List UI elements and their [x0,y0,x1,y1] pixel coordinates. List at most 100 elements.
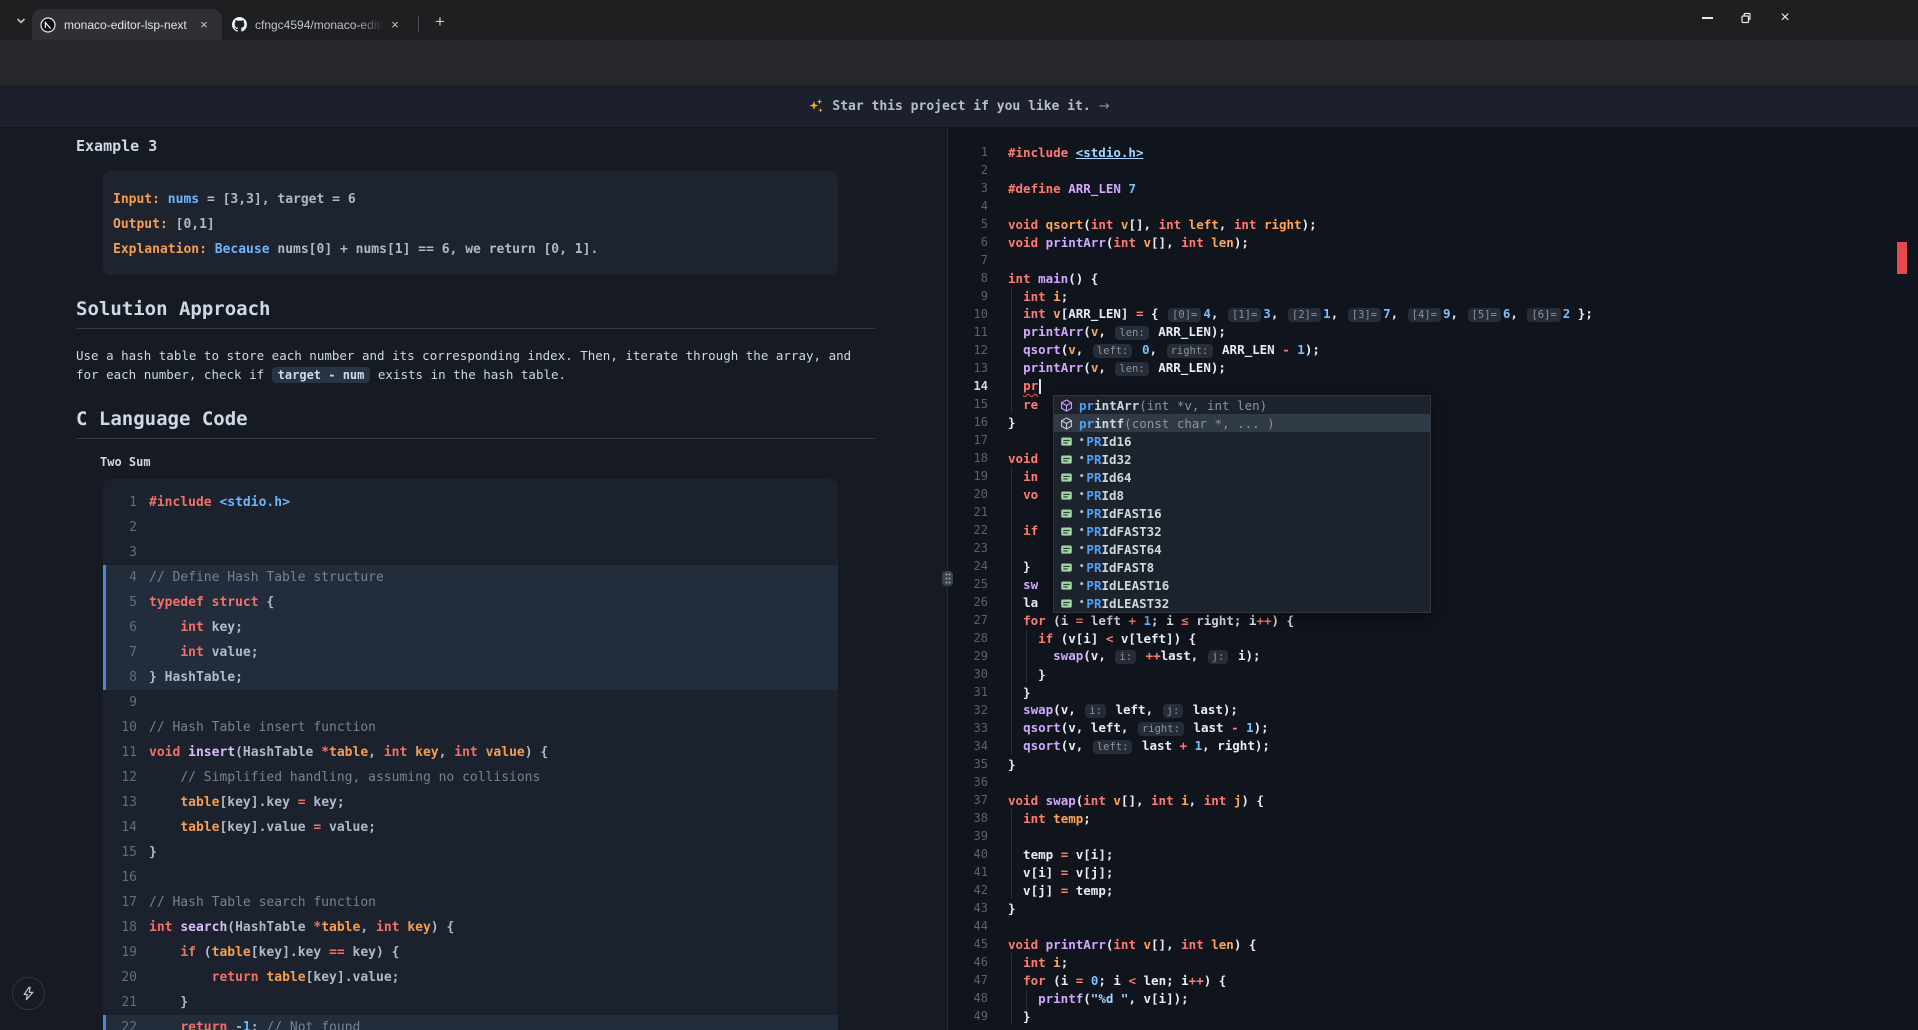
editor-line[interactable]: 12 qsort(v, left: 0, right: ARR_LEN - 1)… [948,341,1918,359]
banner-text: Star this project if you like it. [832,99,1090,114]
suggestion-item[interactable]: •PRId64 [1054,468,1430,486]
banner-arrow-icon[interactable]: → [1099,99,1110,114]
line-number: 45 [948,937,988,951]
monaco-editor[interactable]: 1#include <stdio.h>23#define ARR_LEN 745… [948,128,1918,1030]
window-maximize-button[interactable] [1727,0,1765,36]
editor-line[interactable]: 36 [948,773,1918,791]
window-close-button[interactable]: × [1766,0,1804,36]
window-minimize-button[interactable] [1688,0,1726,36]
line-number: 10 [103,715,137,740]
editor-line[interactable]: 8int main() { [948,269,1918,287]
field-green-icon [1059,542,1074,557]
editor-line[interactable]: 40 temp = v[i]; [948,845,1918,863]
editor-line[interactable]: 49 } [948,1007,1918,1025]
line-number: 1 [948,145,988,159]
quick-actions-button[interactable] [12,977,45,1010]
editor-line[interactable]: 33 qsort(v, left, right: last - 1); [948,719,1918,737]
editor-line[interactable]: 39 [948,827,1918,845]
suggestion-item[interactable]: printArr(int *v, int len) [1054,396,1430,414]
code-line: 7 int value; [103,640,838,665]
line-number: 24 [948,559,988,573]
editor-line[interactable]: 9 int i; [948,287,1918,305]
code-line: 22 return -1; // Not found [103,1015,838,1030]
bullet-icon: • [1079,526,1084,536]
editor-line[interactable]: 34 qsort(v, left: last + 1, right); [948,737,1918,755]
editor-line[interactable]: 32 swap(v, i: left, j: last); [948,701,1918,719]
tab-close-icon[interactable]: × [387,17,403,33]
editor-line[interactable]: 4 [948,197,1918,215]
editor-line[interactable]: 1#include <stdio.h> [948,143,1918,161]
suggestion-item[interactable]: •PRIdLEAST16 [1054,576,1430,594]
line-number: 14 [103,815,137,840]
panel-resize-handle[interactable] [942,571,953,586]
editor-line[interactable]: 10 int v[ARR_LEN] = { [0]=4, [1]=3, [2]=… [948,305,1918,323]
example-line: Explanation: Because nums[0] + nums[1] =… [113,237,838,262]
problem-description-panel[interactable]: Example 3 Input: nums = [3,3], target = … [0,128,947,1030]
editor-line[interactable]: 47 for (i = 0; i < len; i++) { [948,971,1918,989]
editor-line[interactable]: 31 } [948,683,1918,701]
editor-line[interactable]: 5void qsort(int v[], int left, int right… [948,215,1918,233]
line-number: 29 [948,649,988,663]
minimize-icon [1702,17,1713,19]
editor-line[interactable]: 41 v[i] = v[j]; [948,863,1918,881]
autocomplete-widget: printArr(int *v, int len)printf(const ch… [1053,395,1431,613]
github-icon [232,17,247,32]
line-number: 3 [103,540,137,565]
editor-line[interactable]: 48 printf("%d ", v[i]); [948,989,1918,1007]
editor-line[interactable]: 29 swap(v, i: ++last, j: i); [948,647,1918,665]
tab-close-icon[interactable]: × [196,17,212,33]
editor-line[interactable]: 38 int temp; [948,809,1918,827]
editor-line[interactable]: 43} [948,899,1918,917]
editor-line[interactable]: 6void printArr(int v[], int len); [948,233,1918,251]
suggestion-item[interactable]: •PRId32 [1054,450,1430,468]
line-number: 1 [103,490,137,515]
editor-line[interactable]: 27 for (i = left + 1; i ≤ right; i++) { [948,611,1918,629]
code-line: 5typedef struct { [103,590,838,615]
editor-line[interactable]: 45void printArr(int v[], int len) { [948,935,1918,953]
playground-main: Example 3 Input: nums = [3,3], target = … [0,128,1918,1030]
field-green-icon [1059,578,1074,593]
line-number: 38 [948,811,988,825]
editor-line[interactable]: 35} [948,755,1918,773]
field-green-icon [1059,524,1074,539]
suggestion-item[interactable]: •PRIdFAST32 [1054,522,1430,540]
editor-line[interactable]: 14 pr [948,377,1918,395]
line-number: 37 [948,793,988,807]
line-number: 5 [948,217,988,231]
suggestion-item[interactable]: •PRIdLEAST32 [1054,594,1430,612]
line-number: 33 [948,721,988,735]
line-number: 3 [948,181,988,195]
code-line: 20 return table[key].value; [103,965,838,990]
suggestion-item[interactable]: •PRIdFAST64 [1054,540,1430,558]
line-number: 34 [948,739,988,753]
suggestion-item[interactable]: •PRIdFAST8 [1054,558,1430,576]
line-number: 16 [103,865,137,890]
editor-line[interactable]: 7 [948,251,1918,269]
editor-line[interactable]: 46 int i; [948,953,1918,971]
suggestion-item[interactable]: printf(const char *, ... ) [1054,414,1430,432]
line-number: 20 [103,965,137,990]
new-tab-button[interactable]: + [428,10,452,34]
tab-monaco-editor[interactable]: monaco-editor-lsp-next × [32,9,222,40]
suggestion-item[interactable]: •PRId16 [1054,432,1430,450]
line-number: 17 [948,433,988,447]
line-number: 6 [103,615,137,640]
suggestion-item[interactable]: •PRId8 [1054,486,1430,504]
tab-github-repo[interactable]: cfngc4594/monaco-editor-ls × [224,9,414,40]
editor-line[interactable]: 3#define ARR_LEN 7 [948,179,1918,197]
editor-line[interactable]: 42 v[j] = temp; [948,881,1918,899]
editor-line[interactable]: 44 [948,917,1918,935]
editor-line[interactable]: 30 } [948,665,1918,683]
editor-line[interactable]: 37void swap(int v[], int i, int j) { [948,791,1918,809]
example-line: Input: nums = [3,3], target = 6 [113,187,838,212]
editor-line[interactable]: 13 printArr(v, len: ARR_LEN); [948,359,1918,377]
line-number: 15 [948,397,988,411]
editor-line[interactable]: 2 [948,161,1918,179]
tab-search-button[interactable] [8,10,34,32]
editor-line[interactable]: 11 printArr(v, len: ARR_LEN); [948,323,1918,341]
line-number: 14 [948,379,988,393]
inline-code: target - num [272,367,371,383]
code-line: 18int search(HashTable *table, int key) … [103,915,838,940]
suggestion-item[interactable]: •PRIdFAST16 [1054,504,1430,522]
editor-line[interactable]: 28 if (v[i] < v[left]) { [948,629,1918,647]
